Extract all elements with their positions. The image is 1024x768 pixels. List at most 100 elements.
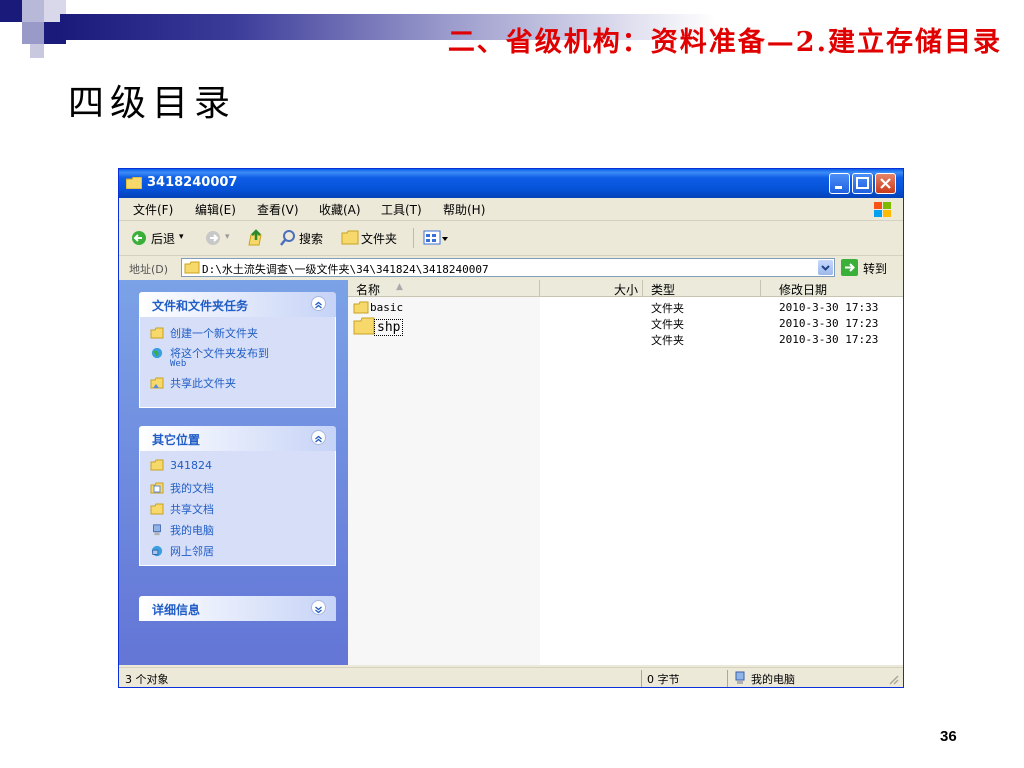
views-icon[interactable] — [423, 230, 449, 246]
folders-icon — [341, 230, 359, 245]
slide-header: 二、省级机构：资料准备—2.建立存储目录 — [447, 27, 1002, 58]
documents-folder-icon — [150, 482, 164, 494]
folder-icon — [353, 317, 375, 335]
collapse-button[interactable] — [311, 430, 326, 445]
menu-file[interactable]: 文件(F) — [133, 201, 173, 218]
menu-edit[interactable]: 编辑(E) — [195, 201, 236, 218]
globe-icon — [151, 347, 163, 359]
details-panel: 详细信息 — [139, 596, 336, 621]
file-name[interactable]: shp — [374, 319, 404, 336]
file-date: 2010-3-30 17:33 — [779, 301, 879, 314]
place-my-computer[interactable]: 我的电脑 — [150, 522, 214, 538]
toolbar: 后退 ▾ ▾ 搜索 文件夹 — [119, 221, 903, 256]
slide-title: 四级目录 — [68, 83, 237, 124]
file-tasks-header[interactable]: 文件和文件夹任务 — [139, 292, 336, 317]
back-button[interactable]: 后退 — [151, 230, 175, 247]
task-new-folder[interactable]: 创建一个新文件夹 — [150, 325, 258, 341]
expand-button[interactable] — [311, 600, 326, 615]
other-places-panel: 其它位置 341824 我的文档 共享文档 我的电脑 网上邻居 — [139, 426, 336, 566]
column-type-label: 类型 — [651, 283, 676, 297]
go-button[interactable]: 转到 — [841, 258, 901, 277]
resize-grip-icon[interactable] — [887, 673, 899, 685]
collapse-button[interactable] — [311, 296, 326, 311]
computer-icon — [153, 524, 161, 536]
share-folder-icon — [150, 377, 164, 389]
go-arrow-icon — [841, 259, 858, 276]
place-label: 341824 — [170, 459, 212, 472]
file-tasks-title: 文件和文件夹任务 — [152, 299, 249, 313]
maximize-button[interactable] — [852, 173, 873, 194]
task-publish-web-suffix[interactable]: Web — [170, 359, 186, 369]
file-date: 2010-3-30 17:23 — [779, 317, 879, 330]
other-places-body: 341824 我的文档 共享文档 我的电脑 网上邻居 — [139, 451, 336, 566]
menu-favorites[interactable]: 收藏(A) — [319, 201, 361, 218]
place-label: 我的电脑 — [170, 524, 214, 537]
chevron-down-icon — [821, 265, 830, 271]
close-button[interactable] — [875, 173, 896, 194]
folder-icon — [184, 261, 200, 274]
status-size: 0 字节 — [647, 673, 680, 686]
folders-button[interactable]: 文件夹 — [361, 230, 397, 247]
chevron-down-icon — [315, 606, 322, 614]
forward-arrow-icon[interactable] — [205, 230, 221, 246]
window-title: 3418240007 — [147, 175, 238, 190]
up-folder-icon[interactable] — [247, 229, 265, 247]
go-label: 转到 — [863, 262, 888, 276]
details-title: 详细信息 — [152, 603, 201, 617]
maximize-icon — [856, 177, 869, 189]
details-header[interactable]: 详细信息 — [139, 596, 336, 621]
column-header-size[interactable]: 大小 — [540, 280, 643, 297]
minimize-icon — [835, 186, 842, 189]
menu-bar: 文件(F) 编辑(E) 查看(V) 收藏(A) 工具(T) 帮助(H) — [119, 198, 903, 221]
status-object-count: 3 个对象 — [125, 673, 169, 686]
other-places-header[interactable]: 其它位置 — [139, 426, 336, 451]
file-date: 2010-3-30 17:23 — [779, 333, 879, 346]
place-shared-documents[interactable]: 共享文档 — [150, 501, 214, 517]
title-bar[interactable]: 3418240007 — [119, 169, 903, 198]
menu-tools[interactable]: 工具(T) — [381, 201, 422, 218]
address-dropdown-button[interactable] — [818, 260, 833, 275]
network-icon — [151, 545, 163, 557]
folder-icon — [150, 503, 164, 515]
menu-help[interactable]: 帮助(H) — [443, 201, 485, 218]
file-type: 文件夹 — [651, 334, 684, 347]
address-bar: 地址(D) D:\水土流失调查\一级文件夹\34\341824\34182400… — [119, 256, 903, 280]
column-name-label: 名称 — [356, 283, 381, 297]
sorted-column-band — [348, 297, 540, 665]
minimize-button[interactable] — [829, 173, 850, 194]
task-publish-web[interactable]: 将这个文件夹发布到 — [150, 345, 269, 361]
back-dropdown-icon[interactable]: ▾ — [179, 232, 184, 242]
chevron-up-icon — [315, 435, 322, 443]
file-type: 文件夹 — [651, 302, 684, 315]
folder-icon — [126, 177, 142, 189]
windows-logo-icon — [874, 202, 891, 217]
column-header-name[interactable]: 名称 ▲ — [348, 280, 540, 297]
chevron-up-icon — [315, 301, 322, 309]
menu-view[interactable]: 查看(V) — [257, 201, 299, 218]
sort-ascending-icon: ▲ — [396, 282, 403, 292]
address-input[interactable]: D:\水土流失调查\一级文件夹\34\341824\3418240007 — [181, 258, 835, 277]
place-network[interactable]: 网上邻居 — [150, 543, 214, 559]
place-my-documents[interactable]: 我的文档 — [150, 480, 214, 496]
address-label: 地址(D) — [129, 263, 169, 276]
address-path: D:\水土流失调查\一级文件夹\34\341824\3418240007 — [202, 263, 489, 276]
place-341824[interactable]: 341824 — [150, 459, 212, 472]
file-tasks-panel: 文件和文件夹任务 创建一个新文件夹 将这个文件夹发布到 Web 共享此文件夹 — [139, 292, 336, 408]
folder-icon — [150, 459, 164, 471]
other-places-title: 其它位置 — [152, 433, 201, 447]
search-button[interactable]: 搜索 — [299, 230, 323, 247]
place-label: 共享文档 — [170, 503, 214, 516]
column-header-type[interactable]: 类型 — [643, 280, 761, 297]
column-header-modified[interactable]: 修改日期 — [761, 280, 903, 297]
explorer-window: 3418240007 文件(F) 编辑(E) 查看(V) 收藏(A) 工具(T)… — [118, 168, 904, 688]
place-label: 我的文档 — [170, 482, 214, 495]
forward-dropdown-icon[interactable]: ▾ — [225, 232, 230, 242]
task-share-folder[interactable]: 共享此文件夹 — [150, 375, 236, 391]
file-tasks-body: 创建一个新文件夹 将这个文件夹发布到 Web 共享此文件夹 — [139, 317, 336, 408]
task-label: 创建一个新文件夹 — [170, 327, 258, 340]
status-location: 我的电脑 — [751, 673, 795, 686]
task-label: 共享此文件夹 — [170, 377, 236, 390]
file-name: basic — [370, 301, 404, 314]
computer-icon — [735, 671, 745, 684]
place-label: 网上邻居 — [170, 545, 214, 558]
